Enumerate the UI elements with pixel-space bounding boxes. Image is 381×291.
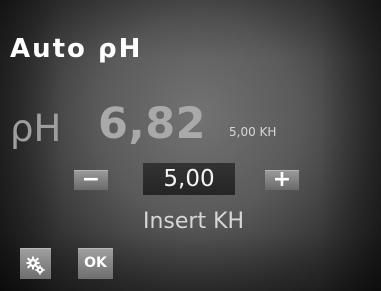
- gears-icon: [20, 256, 51, 276]
- ok-button[interactable]: OK: [78, 248, 113, 279]
- auto-ph-screen: Auto ρH ρH 6,82 5,00 KH − + Insert KH: [0, 0, 381, 291]
- kh-input[interactable]: [143, 163, 235, 195]
- insert-kh-instruction: Insert KH: [143, 209, 245, 234]
- settings-button[interactable]: [20, 248, 51, 279]
- decrease-kh-button[interactable]: −: [74, 169, 108, 191]
- increase-kh-button[interactable]: +: [265, 169, 299, 191]
- page-title: Auto ρH: [10, 34, 143, 64]
- ph-reading: 6,82: [98, 99, 207, 149]
- ph-label: ρH: [10, 107, 62, 150]
- reference-kh-value: 5,00 KH: [229, 125, 277, 139]
